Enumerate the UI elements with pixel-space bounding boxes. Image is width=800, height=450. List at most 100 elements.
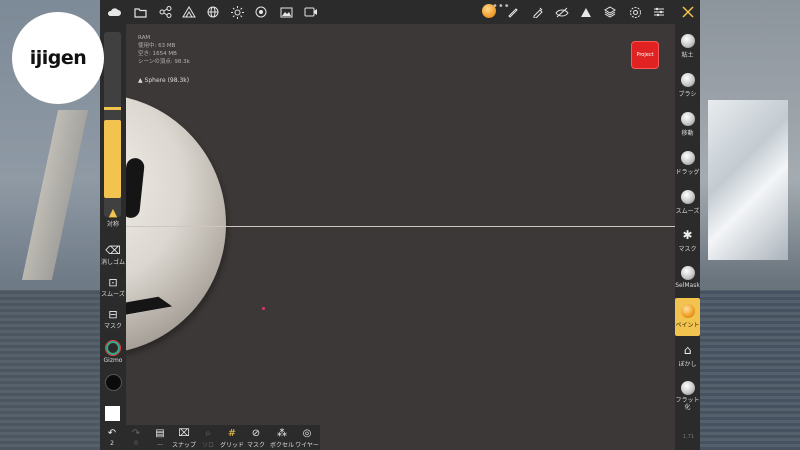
mask-button[interactable]: ⊟ マスク (100, 308, 126, 330)
mesh-triangle-icon: ▲ (138, 77, 143, 84)
mask-visibility-button[interactable]: ⊘ マスク (244, 428, 268, 449)
snap-label: スナップ (172, 442, 197, 449)
share-icon[interactable] (157, 4, 173, 20)
eraser-icon: ⌫ (105, 244, 121, 257)
tool-smooth[interactable]: スムーズ (675, 184, 700, 222)
cloud-icon[interactable] (106, 4, 122, 20)
background-floor (0, 290, 100, 450)
gizmo-icon (105, 340, 121, 356)
tool-flatten-label-1: フラット (675, 397, 700, 404)
top-toolbar: ••• (100, 0, 700, 24)
eraser-label: 消しゴム (100, 259, 125, 266)
stats-overlay: RAM 使用中: 63 MB 空き: 1654 MB シーンの頂点: 98.3k (138, 34, 190, 66)
tool-clay-label: 粘土 (681, 52, 694, 59)
radius-marker[interactable] (104, 107, 121, 110)
hide-icon[interactable] (554, 4, 570, 20)
eyedropper-icon[interactable] (530, 4, 546, 20)
tool-selmask[interactable]: SelMask (675, 260, 700, 298)
scene-object-item[interactable]: ▲ Sphere (98.3k) (138, 77, 189, 84)
solo-button[interactable]: ⌕ ソロ (196, 428, 220, 449)
snap-button[interactable]: ⌧ スナップ (172, 428, 196, 449)
watermark-logo: ijigen (12, 12, 104, 104)
triangle-icon[interactable] (578, 4, 594, 20)
paint-icon (680, 304, 695, 318)
stack-icon: ▤ (155, 428, 165, 439)
voxel-label: ボクセル (270, 442, 295, 449)
smooth-label: スムーズ (101, 291, 125, 298)
wireframe-label: ワイヤー (295, 442, 319, 449)
sphere-mesh[interactable] (126, 94, 226, 354)
3d-viewport[interactable] (126, 24, 675, 450)
background-window (708, 100, 788, 260)
tools-icon[interactable] (680, 4, 696, 20)
right-toolbar: 粘土 ブラシ 移動 ドラッグ スムーズ ✱ マスク SelMask ペイント ⌂… (675, 24, 700, 450)
background-right (700, 0, 800, 450)
drag-icon (680, 151, 695, 165)
stats-free: 空き: 1654 MB (138, 51, 177, 57)
tool-paint[interactable]: ペイント (675, 298, 700, 336)
layers-icon[interactable] (602, 4, 618, 20)
eye-slash-icon: ⊘ (251, 428, 261, 439)
secondary-color-swatch[interactable] (105, 406, 120, 421)
scene-object-label: Sphere (98.3k) (144, 77, 190, 84)
folder-icon[interactable] (132, 4, 148, 20)
tool-clay[interactable]: 粘土 (675, 28, 700, 66)
grid-label: グリッド (220, 442, 245, 449)
voxel-icon: ⁂ (277, 428, 287, 439)
intensity-slider[interactable] (104, 120, 121, 198)
material-ball-icon[interactable] (482, 4, 496, 18)
flatten-icon (680, 381, 695, 395)
sliders-icon[interactable] (651, 4, 667, 20)
stats-used: 使用中: 63 MB (138, 43, 176, 49)
solo-label: ソロ (201, 442, 214, 449)
mask-star-icon: ✱ (682, 228, 693, 242)
symmetry-button[interactable]: ▲ 対称 (100, 206, 126, 228)
mask-icon: ⊟ (108, 308, 118, 321)
gizmo-button[interactable]: Gizmo (100, 340, 126, 364)
image-icon[interactable] (278, 4, 294, 20)
settings-icon[interactable] (627, 4, 643, 20)
smooth-button[interactable]: ⊡ スムーズ (100, 276, 126, 298)
globe-icon[interactable] (205, 4, 221, 20)
undo-button[interactable]: ↶ 2 (100, 428, 124, 447)
tool-flatten-label-2: 化 (684, 404, 691, 411)
horizon-line (126, 226, 675, 227)
grid-button[interactable]: # グリッド (220, 428, 244, 449)
voxel-button[interactable]: ⁂ ボクセル (270, 428, 294, 449)
redo-button[interactable]: ↷ 0 (124, 428, 148, 447)
tool-blur[interactable]: ⌂ ぼかし (675, 337, 700, 375)
primary-color-swatch[interactable] (105, 374, 122, 391)
tool-drag[interactable]: ドラッグ (675, 145, 700, 183)
tool-brush[interactable]: ブラシ (675, 67, 700, 105)
clay-icon (680, 34, 695, 48)
eraser-button[interactable]: ⌫ 消しゴム (100, 244, 126, 266)
tool-move-label: 移動 (681, 130, 694, 137)
project-button[interactable]: Project (632, 42, 658, 68)
sun-icon[interactable] (229, 4, 245, 20)
tool-drag-label: ドラッグ (675, 169, 700, 176)
selmask-icon (680, 266, 695, 280)
blur-icon: ⌂ (683, 343, 692, 357)
symmetry-icon: ▲ (108, 206, 118, 219)
video-icon[interactable] (303, 4, 319, 20)
tool-brush-label: ブラシ (678, 91, 697, 98)
tool-mask[interactable]: ✱ マスク (675, 222, 700, 260)
stats-ram: RAM (138, 35, 151, 41)
tool-move[interactable]: 移動 (675, 106, 700, 144)
background-floor-right (700, 290, 800, 450)
bottom-toolbar: ↶ 2 ↷ 0 ▤ ... ⌧ スナップ ⌕ ソロ # グリッド ⊘ マスク ⁂… (100, 425, 320, 450)
painted-eye (126, 157, 146, 219)
mesh-icon[interactable] (181, 4, 197, 20)
material-icon[interactable] (253, 4, 269, 20)
search-icon: ⌕ (205, 428, 211, 439)
tool-flatten[interactable]: フラット 化 (675, 375, 700, 419)
camera-icon: ⌧ (178, 428, 190, 439)
painted-mouth (126, 213, 173, 329)
brush-icon[interactable] (505, 4, 521, 20)
undo-icon: ↶ (107, 428, 117, 439)
background-wall (21, 110, 89, 280)
redo-icon: ↷ (131, 428, 141, 439)
layers-stack-button[interactable]: ▤ ... (148, 428, 172, 447)
mask-label: マスク (103, 323, 122, 330)
wireframe-button[interactable]: ◎ ワイヤー (295, 428, 319, 449)
